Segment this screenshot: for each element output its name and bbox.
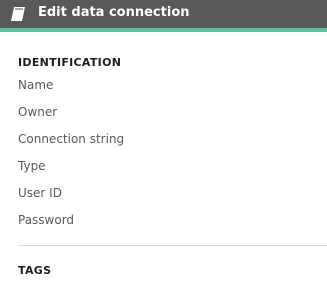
field-connection-string-label: Connection string xyxy=(18,132,125,146)
field-type-label: Type xyxy=(18,159,46,173)
accent-bar xyxy=(0,28,327,32)
section-divider xyxy=(18,245,327,246)
panel-title: Edit data connection xyxy=(38,5,190,20)
edit-data-connection-panel: Edit data connection IDENTIFICATION Name… xyxy=(0,0,327,304)
identification-heading: IDENTIFICATION xyxy=(18,56,122,69)
field-user-id-label: User ID xyxy=(18,186,62,200)
field-password-label: Password xyxy=(18,213,75,227)
tags-heading: TAGS xyxy=(18,264,52,277)
data-connection-icon xyxy=(10,6,26,22)
field-owner-label: Owner xyxy=(18,105,58,119)
field-name-label: Name xyxy=(18,78,54,92)
panel-header: Edit data connection xyxy=(0,0,327,28)
